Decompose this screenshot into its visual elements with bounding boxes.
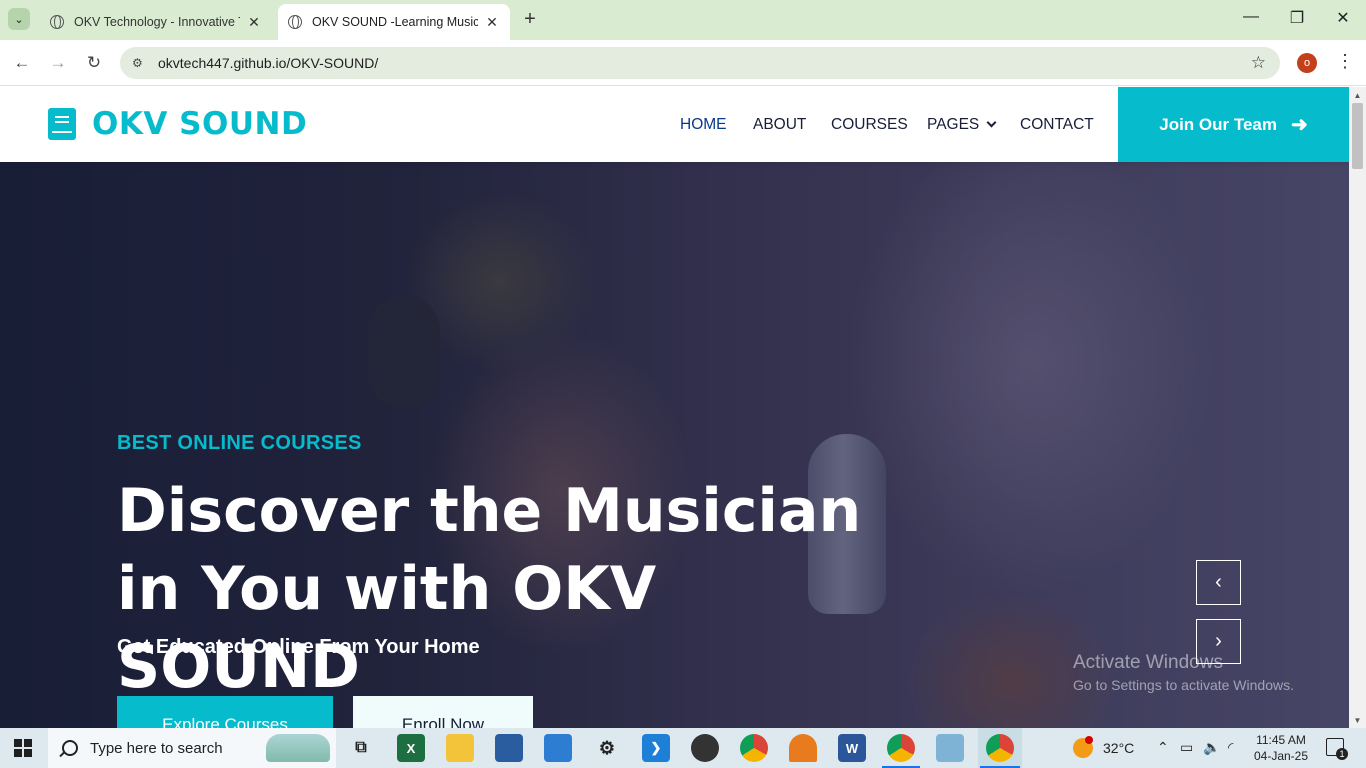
page-scrollbar[interactable]: ▲ ▼ — [1349, 87, 1366, 728]
battery-icon[interactable]: ▭ — [1180, 739, 1193, 756]
hero-subtitle: BEST ONLINE COURSES — [117, 432, 362, 454]
vs-code-icon[interactable]: ❯ — [642, 734, 670, 762]
page-viewport: OKV SOUND HOME ABOUT COURSES PAGES CONTA… — [0, 87, 1349, 728]
hero-tagline: Get Educated Online From Your Home — [117, 636, 480, 658]
window-close-button[interactable]: ✕ — [1328, 8, 1358, 28]
nav-pages[interactable]: PAGES — [927, 116, 997, 134]
weather-temperature[interactable]: 32°C — [1103, 740, 1134, 756]
brand-name: OKV SOUND — [92, 106, 308, 142]
excel-icon[interactable]: X — [397, 734, 425, 762]
scroll-thumb[interactable] — [1352, 103, 1363, 169]
activate-windows-hint: Go to Settings to activate Windows. — [1073, 677, 1294, 693]
browser-tab-strip: ⌄ OKV Technology - Innovative Te ✕ OKV S… — [0, 0, 1366, 40]
sun-app-icon[interactable] — [789, 734, 817, 762]
weather-alert-badge — [1085, 736, 1093, 744]
search-icon — [62, 740, 78, 756]
search-highlight-image — [266, 734, 330, 762]
tab-title: OKV Technology - Innovative Te — [74, 15, 240, 29]
task-view-icon[interactable]: ⧉ — [347, 734, 375, 762]
arrow-right-icon: ➜ — [1291, 114, 1308, 136]
microsoft-store-icon[interactable] — [544, 734, 572, 762]
browser-menu-icon[interactable]: ⋮ — [1336, 51, 1354, 72]
notepad-icon[interactable] — [936, 734, 964, 762]
chrome-profile-icon[interactable] — [887, 734, 915, 762]
new-tab-button[interactable]: + — [518, 8, 542, 31]
nav-home[interactable]: HOME — [680, 116, 727, 134]
windows-taskbar: Type here to search ⧉ X ⚙ ❯ W 32°C ⌃ ▭ 🔈… — [0, 728, 1366, 768]
notification-count: 1 — [1336, 748, 1348, 760]
file-explorer-icon[interactable] — [446, 734, 474, 762]
volume-icon[interactable]: 🔈 — [1203, 739, 1220, 756]
chevron-down-icon — [986, 117, 997, 128]
carousel-prev-button[interactable]: ‹ — [1196, 560, 1241, 605]
join-button-label: Join Our Team — [1159, 114, 1277, 134]
site-settings-icon[interactable]: ⚙ — [132, 56, 148, 70]
activate-windows-title: Activate Windows — [1073, 652, 1223, 673]
remote-desktop-icon[interactable] — [495, 734, 523, 762]
forward-arrow-icon[interactable]: → — [46, 51, 70, 75]
url-text: okvtech447.github.io/OKV-SOUND/ — [158, 55, 379, 71]
scroll-up-icon[interactable]: ▲ — [1349, 89, 1366, 103]
book-icon — [48, 108, 76, 140]
back-arrow-icon[interactable]: ← — [10, 51, 34, 75]
bookmark-star-icon[interactable]: ☆ — [1251, 53, 1266, 73]
windows-start-icon[interactable] — [14, 739, 32, 757]
browser-tab-active[interactable]: OKV SOUND -Learning Music ✕ — [278, 4, 510, 40]
tab-search-button[interactable]: ⌄ — [8, 8, 30, 30]
address-bar[interactable]: ⚙ okvtech447.github.io/OKV-SOUND/ ☆ — [120, 47, 1280, 79]
nav-about[interactable]: ABOUT — [753, 116, 806, 134]
word-icon[interactable]: W — [838, 734, 866, 762]
enroll-now-button[interactable]: Enroll Now — [353, 696, 533, 728]
hero-title: Discover the Musician in You with OKV SO… — [117, 476, 862, 702]
clock-date: 04-Jan-25 — [1253, 749, 1309, 763]
taskbar-clock[interactable]: 11:45 AM 04-Jan-25 — [1248, 732, 1314, 764]
browser-toolbar: ← → ↻ ⚙ okvtech447.github.io/OKV-SOUND/ … — [0, 40, 1366, 86]
scroll-down-icon[interactable]: ▼ — [1349, 714, 1366, 728]
browser-tab[interactable]: OKV Technology - Innovative Te ✕ — [40, 4, 272, 40]
close-icon[interactable]: ✕ — [484, 14, 500, 31]
reload-icon[interactable]: ↻ — [82, 51, 106, 75]
minimize-button[interactable]: — — [1236, 8, 1266, 26]
site-brand[interactable]: OKV SOUND — [48, 106, 307, 142]
restore-button[interactable]: ❐ — [1282, 8, 1312, 28]
settings-gear-icon[interactable]: ⚙ — [593, 734, 621, 762]
network-icon[interactable]: ◜ — [1228, 739, 1233, 756]
chrome-icon[interactable] — [740, 734, 768, 762]
globe-icon — [50, 15, 64, 29]
nav-contact[interactable]: CONTACT — [1020, 116, 1094, 134]
tray-overflow-icon[interactable]: ⌃ — [1157, 739, 1169, 756]
clock-time: 11:45 AM — [1256, 733, 1306, 747]
taskbar-search-placeholder: Type here to search — [90, 739, 223, 757]
close-icon[interactable]: ✕ — [246, 14, 262, 31]
join-our-team-button[interactable]: Join Our Team ➜ — [1118, 87, 1349, 162]
globe-icon — [288, 15, 302, 29]
nav-pages-label: PAGES — [927, 116, 980, 133]
tab-title: OKV SOUND -Learning Music — [312, 15, 478, 29]
site-navbar: OKV SOUND HOME ABOUT COURSES PAGES CONTA… — [0, 87, 1349, 162]
chrome-active-icon[interactable] — [986, 734, 1014, 762]
hero-carousel: BEST ONLINE COURSES Discover the Musicia… — [0, 162, 1349, 728]
nav-courses[interactable]: COURSES — [831, 116, 908, 134]
obs-icon[interactable] — [691, 734, 719, 762]
explore-courses-button[interactable]: Explore Courses — [117, 696, 333, 728]
profile-avatar[interactable]: o — [1297, 53, 1317, 73]
